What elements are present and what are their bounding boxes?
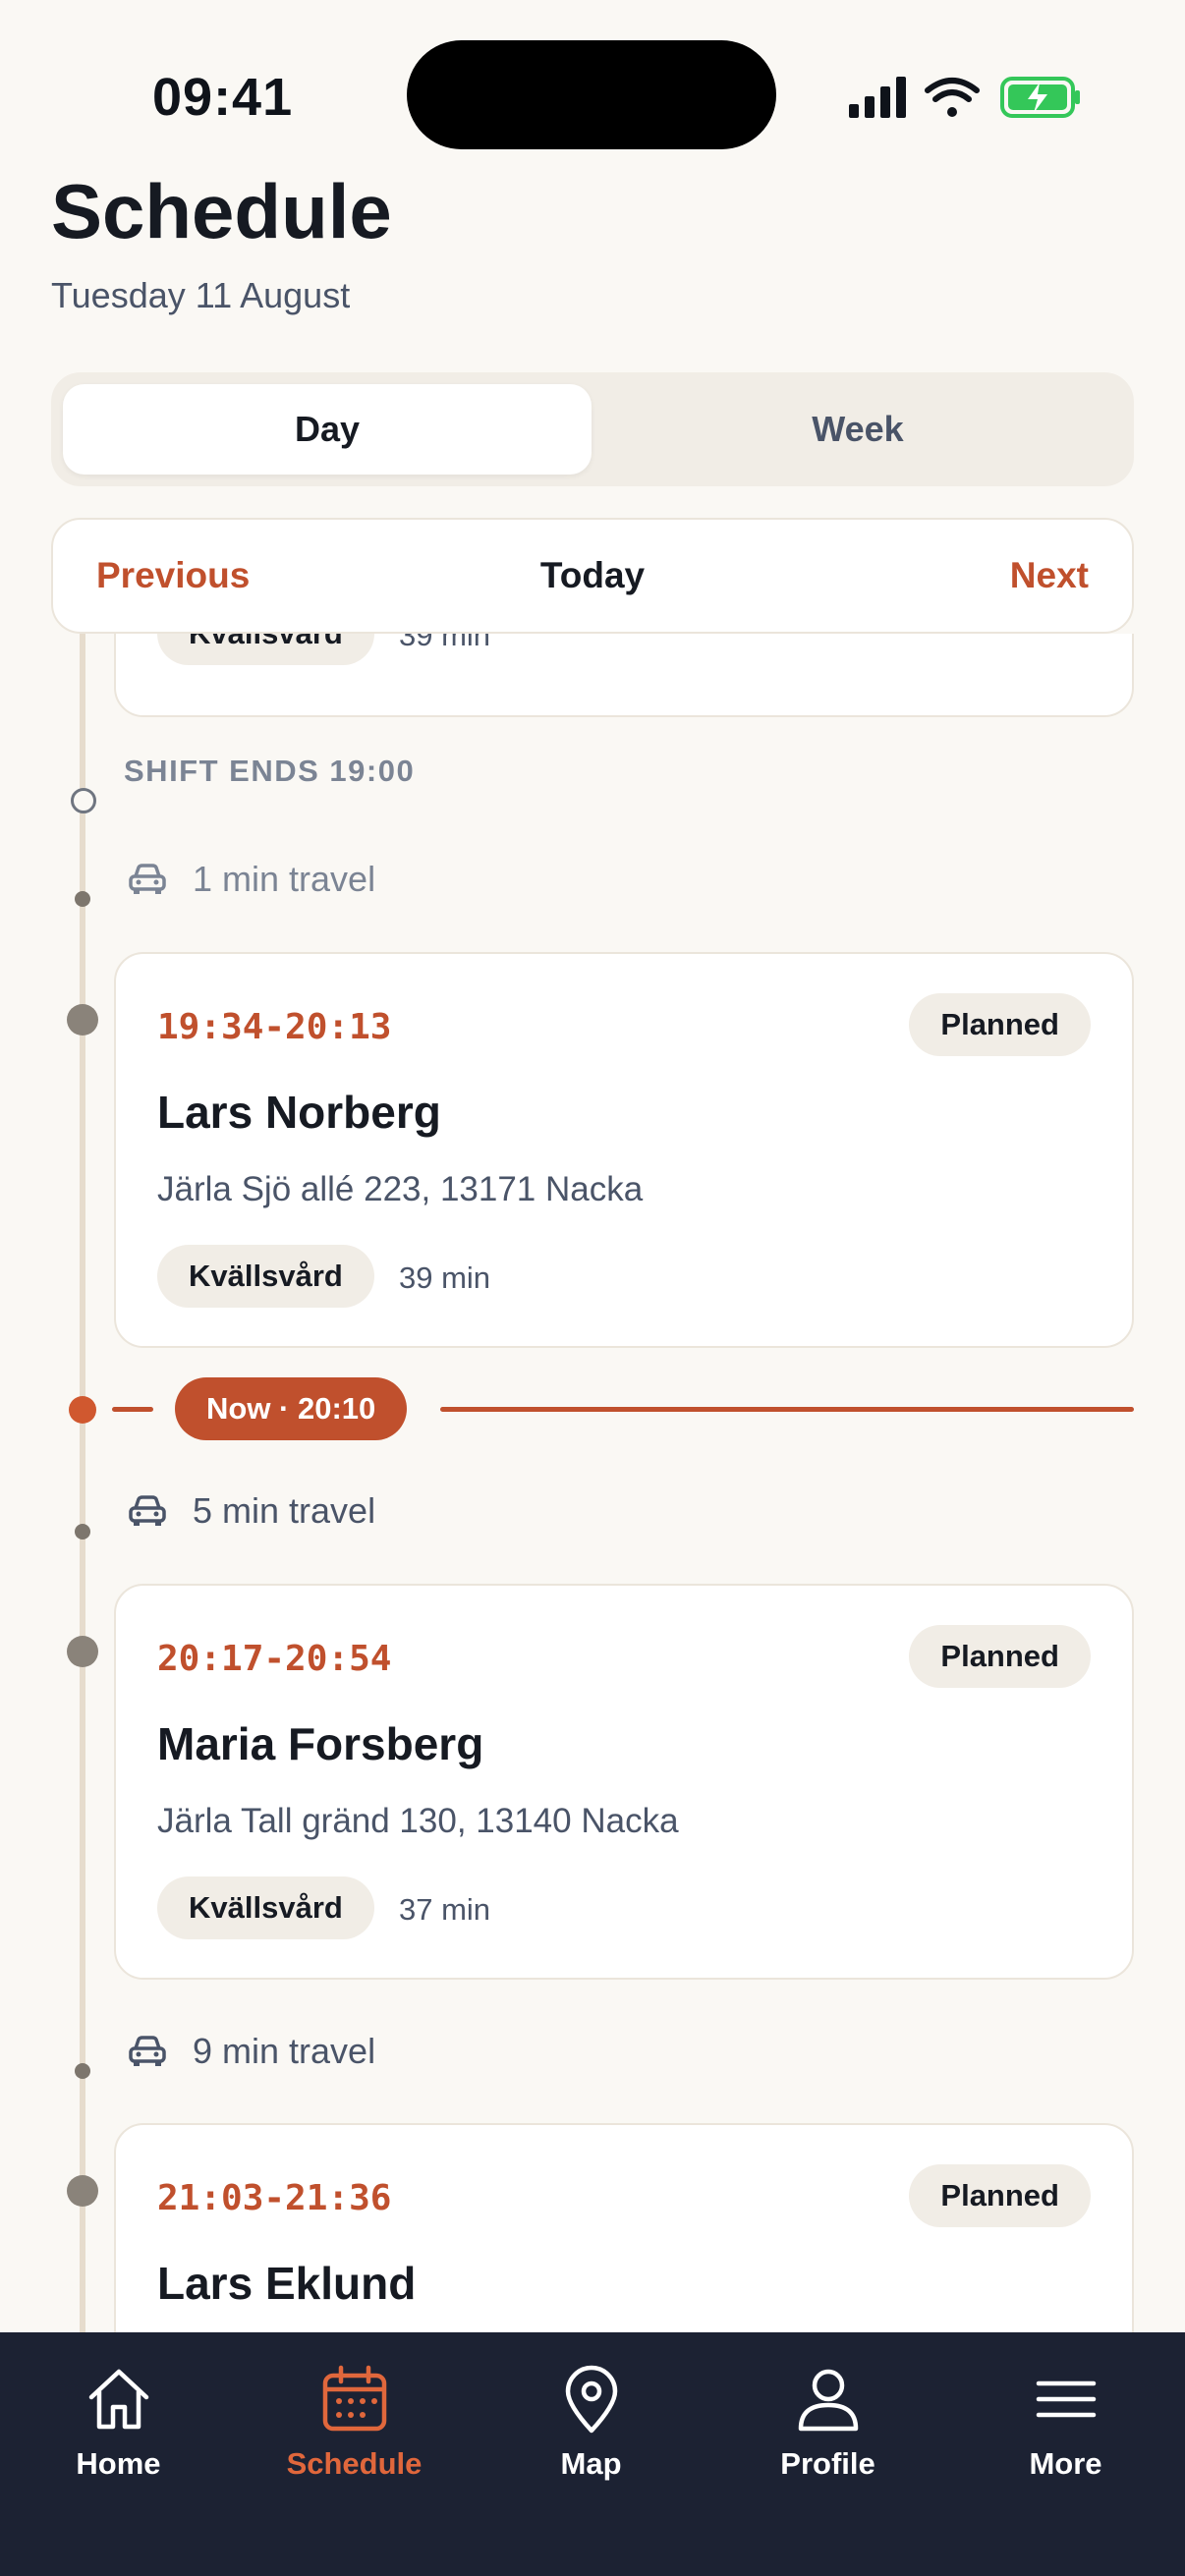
client-name: Lars Norberg <box>157 1087 441 1138</box>
travel-row: 1 min travel <box>128 855 375 904</box>
map-pin-icon <box>565 2365 617 2434</box>
calendar-icon <box>322 2365 386 2432</box>
tab-label: Map <box>560 2446 622 2481</box>
visit-dot <box>67 2175 98 2207</box>
now-line <box>440 1407 1134 1412</box>
page-date: Tuesday 11 August <box>51 275 351 315</box>
tab-week[interactable]: Week <box>593 384 1122 475</box>
visit-type-tag: Kvällsvård <box>157 1876 374 1939</box>
tab-schedule[interactable]: Schedule <box>236 2362 473 2499</box>
now-indicator: Now · 20:10 <box>175 1377 408 1440</box>
tab-home[interactable]: Home <box>0 2362 237 2499</box>
car-icon <box>129 864 166 894</box>
client-name: Maria Forsberg <box>157 1718 484 1769</box>
menu-icon <box>1036 2380 1096 2418</box>
date-nav: Today Previous Next <box>51 518 1134 634</box>
previous-button[interactable]: Previous <box>96 555 250 596</box>
status-time: 09:41 <box>152 68 294 127</box>
visit-time: 21:03-21:36 <box>157 2178 392 2218</box>
travel-time: 9 min travel <box>193 2031 376 2071</box>
status-bar: 09:41 <box>0 0 1185 157</box>
tab-map[interactable]: Map <box>473 2362 709 2499</box>
tab-bar: Home Schedule Map Profile More <box>0 2332 1185 2576</box>
shift-end-label: SHIFT ENDS 19:00 <box>124 754 416 788</box>
visit-dot <box>67 1004 98 1036</box>
visit-time: 19:34-20:13 <box>157 1007 392 1047</box>
tab-label: Schedule <box>286 2446 423 2481</box>
tab-day[interactable]: Day <box>63 384 592 475</box>
car-icon <box>129 2036 166 2066</box>
visit-time: 20:17-20:54 <box>157 1639 392 1679</box>
tab-more[interactable]: More <box>947 2362 1184 2499</box>
view-toggle: Day Week <box>51 372 1134 486</box>
visit-card-partial[interactable]: Kvällsvård 39 min <box>114 634 1134 717</box>
home-icon <box>88 2369 148 2430</box>
visit-duration: 39 min <box>399 1260 491 1295</box>
status-badge: Planned <box>909 2164 1091 2227</box>
visit-card[interactable]: 21:03-21:36 Planned Lars Eklund <box>114 2123 1134 2333</box>
visit-duration: 39 min <box>399 634 491 652</box>
travel-row: 9 min travel <box>128 2027 375 2076</box>
now-line-left <box>112 1407 153 1412</box>
visit-duration: 37 min <box>399 1892 491 1927</box>
car-icon <box>129 1495 166 1526</box>
shift-end-marker <box>71 788 96 813</box>
visit-dot <box>67 1636 98 1667</box>
status-badge: Planned <box>909 1625 1091 1688</box>
visit-card[interactable]: 19:34-20:13 Planned Lars Norberg Järla S… <box>114 952 1134 1348</box>
travel-dot <box>75 2063 90 2079</box>
tab-label: Home <box>76 2446 161 2481</box>
cellular-signal-icon <box>849 77 906 118</box>
visit-type-tag: Kvällsvård <box>157 634 374 665</box>
timeline[interactable]: Kvällsvård 39 min SHIFT ENDS 19:00 1 min… <box>0 634 1185 2333</box>
travel-dot <box>75 1524 90 1540</box>
client-address: Järla Sjö allé 223, 13171 Nacka <box>157 1170 644 1208</box>
battery-icon <box>1000 77 1080 118</box>
visit-card[interactable]: 20:17-20:54 Planned Maria Forsberg Järla… <box>114 1584 1134 1980</box>
status-icons <box>849 77 1080 118</box>
dynamic-island <box>407 40 776 149</box>
status-badge: Planned <box>909 993 1091 1056</box>
tab-label: More <box>1029 2446 1102 2481</box>
page-title: Schedule <box>51 168 392 254</box>
now-dot <box>69 1396 96 1424</box>
wifi-icon <box>925 78 980 117</box>
tab-label: Profile <box>780 2446 875 2481</box>
client-address: Järla Tall gränd 130, 13140 Nacka <box>157 1802 679 1840</box>
next-button[interactable]: Next <box>1010 555 1089 596</box>
travel-dot <box>75 891 90 907</box>
client-name: Lars Eklund <box>157 2258 417 2309</box>
visit-type-tag: Kvällsvård <box>157 1245 374 1308</box>
travel-time: 5 min travel <box>193 1490 376 1531</box>
travel-time: 1 min travel <box>193 859 376 899</box>
travel-row: 5 min travel <box>128 1486 375 1536</box>
tab-profile[interactable]: Profile <box>709 2362 946 2499</box>
user-icon <box>798 2369 858 2432</box>
